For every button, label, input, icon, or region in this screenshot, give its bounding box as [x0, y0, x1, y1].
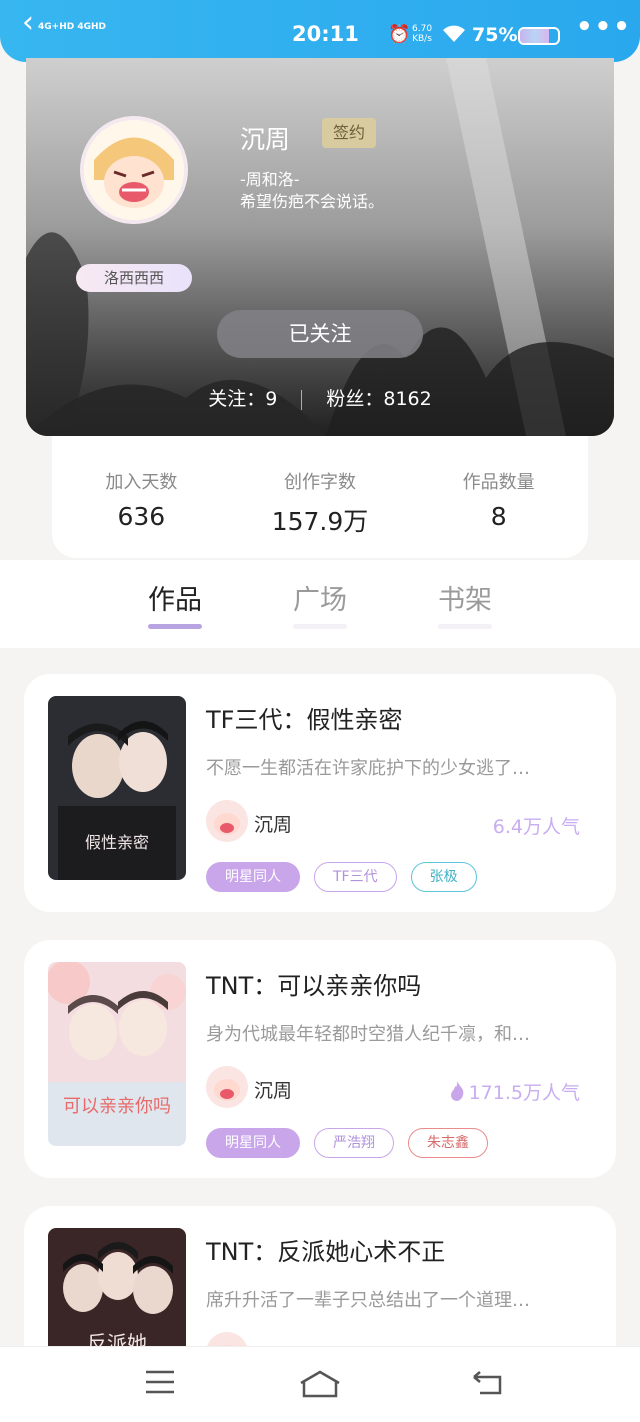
book-cover[interactable]: 可以亲亲你吗: [48, 962, 186, 1146]
book-description: 身为代城最年轻都时空猎人纪千凛，和…: [206, 1024, 530, 1045]
book-card[interactable]: 假性亲密 TF三代：假性亲密 不愿一生都活在许家庇护下的少女逃了… 沉周 6.4…: [24, 674, 616, 912]
tag[interactable]: 明星同人: [206, 862, 300, 892]
stat-label: 作品数量: [462, 472, 535, 493]
stat-value: 157.9万: [271, 507, 369, 536]
fans-count[interactable]: 粉丝：8162: [326, 388, 431, 410]
stat-label: 加入天数: [105, 472, 178, 493]
tag-list: 明星同人 严浩翔 朱志鑫: [206, 1128, 488, 1158]
popularity: 171.5万人气: [468, 1082, 580, 1104]
book-description: 席升升活了一辈子只总结出了一个道理…: [206, 1290, 530, 1311]
book-description: 不愿一生都活在许家庇护下的少女逃了…: [206, 758, 530, 779]
network-label: 4G+HD 4GHD: [38, 22, 106, 32]
tab-indicator: [438, 624, 492, 629]
tag[interactable]: 朱志鑫: [408, 1128, 488, 1158]
tab-plaza[interactable]: 广场: [275, 578, 365, 617]
flame-icon: [449, 1081, 465, 1106]
tag[interactable]: 明星同人: [206, 1128, 300, 1158]
book-title[interactable]: TNT：反派她心术不正: [206, 1232, 445, 1267]
profile-background-image: [26, 58, 614, 436]
back-icon[interactable]: [470, 1369, 506, 1401]
back-chevron-icon[interactable]: ‹: [22, 8, 34, 38]
alarm-icon: ⏰: [388, 24, 411, 45]
stat-join-days: 加入天数 636: [52, 436, 231, 558]
stat-works-count: 作品数量 8: [409, 436, 588, 558]
battery-icon: [518, 27, 560, 45]
tag-list: 明星同人 TF三代 张极: [206, 862, 477, 892]
popularity-hot: 171.5万人气: [449, 1078, 580, 1106]
tab-bookshelf[interactable]: 书架: [420, 578, 510, 617]
following-count[interactable]: 关注：9: [208, 388, 277, 410]
bio-line-2: 希望伤疤不会说话。: [240, 192, 385, 211]
tag[interactable]: TF三代: [314, 862, 397, 892]
wifi-icon: [441, 22, 467, 48]
author-name: 沉周: [254, 814, 293, 836]
clock: 20:11: [292, 22, 359, 46]
tab-bar: 作品 广场 书架: [0, 560, 640, 648]
cover-title: 可以亲亲你吗: [63, 1096, 171, 1117]
status-bar: ‹ 4G+HD 4GHD 20:11 ⏰ 6.70 KB/s 75% •••: [0, 0, 640, 62]
tag[interactable]: 严浩翔: [314, 1128, 394, 1158]
system-nav-bar: [0, 1346, 640, 1422]
author-avatar: [206, 800, 248, 842]
author-name: 沉周: [240, 125, 291, 154]
divider: [301, 389, 303, 410]
tab-works[interactable]: 作品: [130, 578, 220, 617]
tab-indicator-active: [148, 624, 202, 629]
book-cover[interactable]: 假性亲密: [48, 696, 186, 880]
more-dots-icon[interactable]: •••: [576, 12, 632, 42]
net-speed: 6.70 KB/s: [412, 24, 432, 44]
stat-label: 创作字数: [284, 472, 356, 493]
profile-header: 洛西西西 沉周 签约 -周和洛- 希望伤疤不会说话。 已关注 关注：9 粉丝：81…: [26, 58, 614, 436]
author-name: 沉周: [254, 1080, 293, 1102]
net-speed-value: 6.70: [412, 24, 433, 34]
follow-stats: 关注：9 粉丝：8162: [26, 384, 614, 411]
avatar[interactable]: [80, 116, 188, 224]
tab-indicator: [293, 624, 347, 629]
bio-line-1: -周和洛-: [240, 170, 300, 189]
network-indicator: 4G+HD 4GHD: [38, 22, 106, 32]
battery-percent: 75%: [472, 24, 518, 46]
home-icon[interactable]: [298, 1369, 342, 1403]
battery-fill: [520, 29, 549, 43]
author-avatar: [206, 1066, 248, 1108]
tag[interactable]: 张极: [410, 862, 477, 892]
net-speed-unit: KB/s: [412, 34, 432, 44]
menu-icon[interactable]: [144, 1369, 176, 1399]
book-card[interactable]: 可以亲亲你吗 TNT：可以亲亲你吗 身为代城最年轻都时空猎人纪千凛，和… 沉周 …: [24, 940, 616, 1178]
stat-value: 636: [117, 502, 166, 531]
cover-title: 假性亲密: [85, 833, 149, 852]
stat-word-count: 创作字数 157.9万: [231, 436, 410, 558]
popularity: 6.4万人气: [492, 816, 580, 838]
signed-badge: 签约: [322, 118, 376, 148]
follow-button[interactable]: 已关注: [217, 310, 423, 358]
author-stats-card: 加入天数 636 创作字数 157.9万 作品数量 8: [52, 436, 588, 558]
nickname-tag: 洛西西西: [76, 264, 192, 292]
book-title[interactable]: TNT：可以亲亲你吗: [206, 966, 421, 1001]
stat-value: 8: [490, 502, 507, 531]
book-title[interactable]: TF三代：假性亲密: [206, 700, 402, 735]
